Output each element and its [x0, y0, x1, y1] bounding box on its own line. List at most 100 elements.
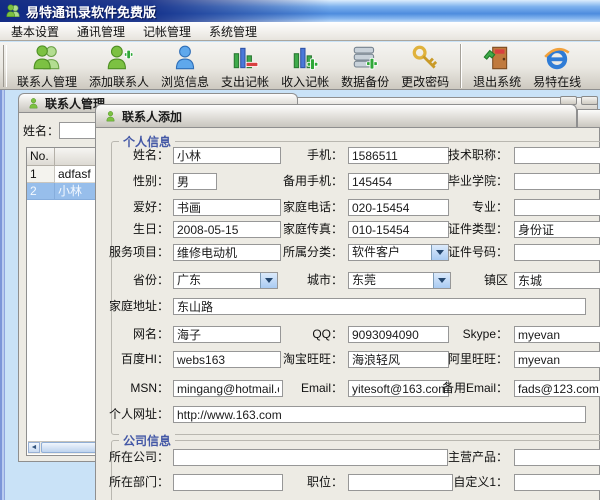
- toolbar-contacts-manage-button[interactable]: 联系人管理: [11, 42, 83, 90]
- tech-title-input[interactable]: [514, 147, 600, 164]
- expense-ledger-icon: [230, 43, 260, 73]
- category-value: 软件客户: [352, 245, 400, 259]
- major-label: 专业：: [414, 199, 508, 216]
- major-input[interactable]: [514, 199, 600, 216]
- id-type-label: 证件类型：: [414, 221, 508, 238]
- city-value: 东莞: [352, 273, 376, 287]
- college-label: 毕业学院：: [414, 173, 508, 190]
- birthday-label: 生日：: [96, 221, 169, 238]
- skype-label: Skype：: [414, 326, 508, 343]
- toolbar-label: 浏览信息: [161, 73, 209, 90]
- position-label: 职位：: [259, 474, 343, 491]
- menu-contact-management[interactable]: 通讯管理: [68, 21, 134, 42]
- company-info-legend: 公司信息: [119, 432, 175, 449]
- scroll-left-arrow-icon[interactable]: ◄: [28, 442, 40, 453]
- name-label: 姓名：: [96, 147, 169, 164]
- window-left-border: [0, 90, 5, 500]
- toolbar-online-button[interactable]: 易特在线: [527, 42, 587, 90]
- app-titlebar[interactable]: 易特通讯录软件免费版: [0, 0, 600, 22]
- msn-label: MSN：: [96, 380, 169, 397]
- district-input[interactable]: [514, 272, 600, 289]
- filter-name-label: 姓名：: [23, 123, 57, 140]
- exit-system-icon: [482, 43, 512, 73]
- gender-label: 性别：: [96, 173, 169, 190]
- menu-bar: 基本设置 通讯管理 记帐管理 系统管理: [0, 22, 600, 41]
- gender-input[interactable]: [173, 173, 217, 190]
- mdi-area: 联系人管理 姓名： No. 姓名 1 adfasf 2 小林: [0, 90, 600, 500]
- ali-ww-label: 阿里旺旺：: [414, 351, 508, 368]
- backup-email-input[interactable]: [514, 380, 600, 397]
- change-password-icon: [410, 43, 440, 73]
- toolbar-income-ledger-button[interactable]: 收入记帐: [275, 42, 335, 90]
- baidu-hi-label: 百度HI：: [96, 351, 169, 368]
- tech-title-label: 技术职称：: [414, 147, 508, 164]
- website-label: 个人网址：: [96, 406, 169, 423]
- contact-add-window-body: 个人信息 姓名： 手机： 技术职称： 性别： 备用手机： 毕业学院： 爱好： 家…: [95, 127, 600, 500]
- custom1-input[interactable]: [514, 474, 600, 491]
- menu-basic-settings[interactable]: 基本设置: [2, 21, 68, 42]
- browse-info-icon: [170, 43, 200, 73]
- company-label: 所在公司：: [96, 449, 169, 466]
- toolbar-label: 数据备份: [341, 73, 389, 90]
- contact-window-icon: [104, 110, 117, 123]
- email-label: Email：: [259, 380, 343, 397]
- college-input[interactable]: [514, 173, 600, 190]
- nickname-label: 网名：: [96, 326, 169, 343]
- contact-add-title-tab[interactable]: 联系人添加: [95, 104, 577, 128]
- menu-ledger-management[interactable]: 记帐管理: [134, 21, 200, 42]
- row-no-cell: 1: [27, 166, 55, 183]
- hobby-label: 爱好：: [96, 199, 169, 216]
- toolbar-browse-info-button[interactable]: 浏览信息: [155, 42, 215, 90]
- home-address-label: 家庭地址：: [96, 298, 169, 315]
- contact-add-window-title: 联系人添加: [122, 108, 182, 125]
- toolbar-data-backup-button[interactable]: 数据备份: [335, 42, 395, 90]
- toolbar-exit-system-button[interactable]: 退出系统: [467, 42, 527, 90]
- row-no-cell: 2: [27, 183, 55, 200]
- toolbar-label: 支出记帐: [221, 73, 269, 90]
- skype-input[interactable]: [514, 326, 600, 343]
- toolbar-grip[interactable]: [3, 45, 7, 87]
- id-number-label: 证件号码：: [414, 244, 508, 261]
- company-input[interactable]: [173, 449, 448, 466]
- data-backup-icon: [350, 43, 380, 73]
- department-label: 所在部门：: [96, 474, 169, 491]
- toolbar-add-contact-button[interactable]: 添加联系人: [83, 42, 155, 90]
- online-icon: [542, 43, 572, 73]
- custom1-label: 自定义1：: [414, 474, 508, 491]
- toolbar-change-password-button[interactable]: 更改密码: [395, 42, 455, 90]
- main-product-input[interactable]: [514, 449, 600, 466]
- home-fax-label: 家庭传真：: [259, 221, 343, 238]
- contact-window-icon: [27, 97, 40, 110]
- main-product-label: 主营产品：: [414, 449, 508, 466]
- backup-mobile-label: 备用手机：: [259, 173, 343, 190]
- app-window: 易特通讯录软件免费版 基本设置 通讯管理 记帐管理 系统管理 联系人管理: [0, 0, 600, 500]
- toolbar-separator: [460, 44, 462, 88]
- district-label: 镇区: [414, 272, 508, 289]
- income-ledger-icon: [290, 43, 320, 73]
- toolbar-label: 联系人管理: [17, 73, 77, 90]
- service-label: 服务项目：: [96, 244, 169, 261]
- ali-ww-input[interactable]: [514, 351, 600, 368]
- contact-add-window: 联系人添加 个人信息 姓名： 手机： 技术职称： 性别： 备用手机： 毕业学院：: [95, 104, 600, 500]
- toolbar-label: 更改密码: [401, 73, 449, 90]
- website-input[interactable]: [173, 406, 586, 423]
- add-contact-icon: [104, 43, 134, 73]
- toolbar-label: 添加联系人: [89, 73, 149, 90]
- toolbar-label: 易特在线: [533, 73, 581, 90]
- qq-label: QQ：: [259, 326, 343, 343]
- column-header-no[interactable]: No.: [27, 148, 55, 165]
- province-value: 广东: [177, 273, 201, 287]
- toolbar-expense-ledger-button[interactable]: 支出记帐: [215, 42, 275, 90]
- app-icon: [5, 3, 21, 19]
- toolbar-label: 退出系统: [473, 73, 521, 90]
- mobile-label: 手机：: [259, 147, 343, 164]
- id-number-input[interactable]: [514, 244, 600, 261]
- app-title: 易特通讯录软件免费版: [26, 2, 156, 21]
- id-type-input[interactable]: [514, 221, 600, 238]
- menu-system-management[interactable]: 系统管理: [200, 21, 266, 42]
- home-address-input[interactable]: [173, 298, 586, 315]
- home-phone-label: 家庭电话：: [259, 199, 343, 216]
- category-label: 所属分类：: [259, 244, 343, 261]
- contact-add-titlebar-strip[interactable]: [577, 109, 600, 128]
- backup-email-label: 备用Email：: [414, 380, 508, 397]
